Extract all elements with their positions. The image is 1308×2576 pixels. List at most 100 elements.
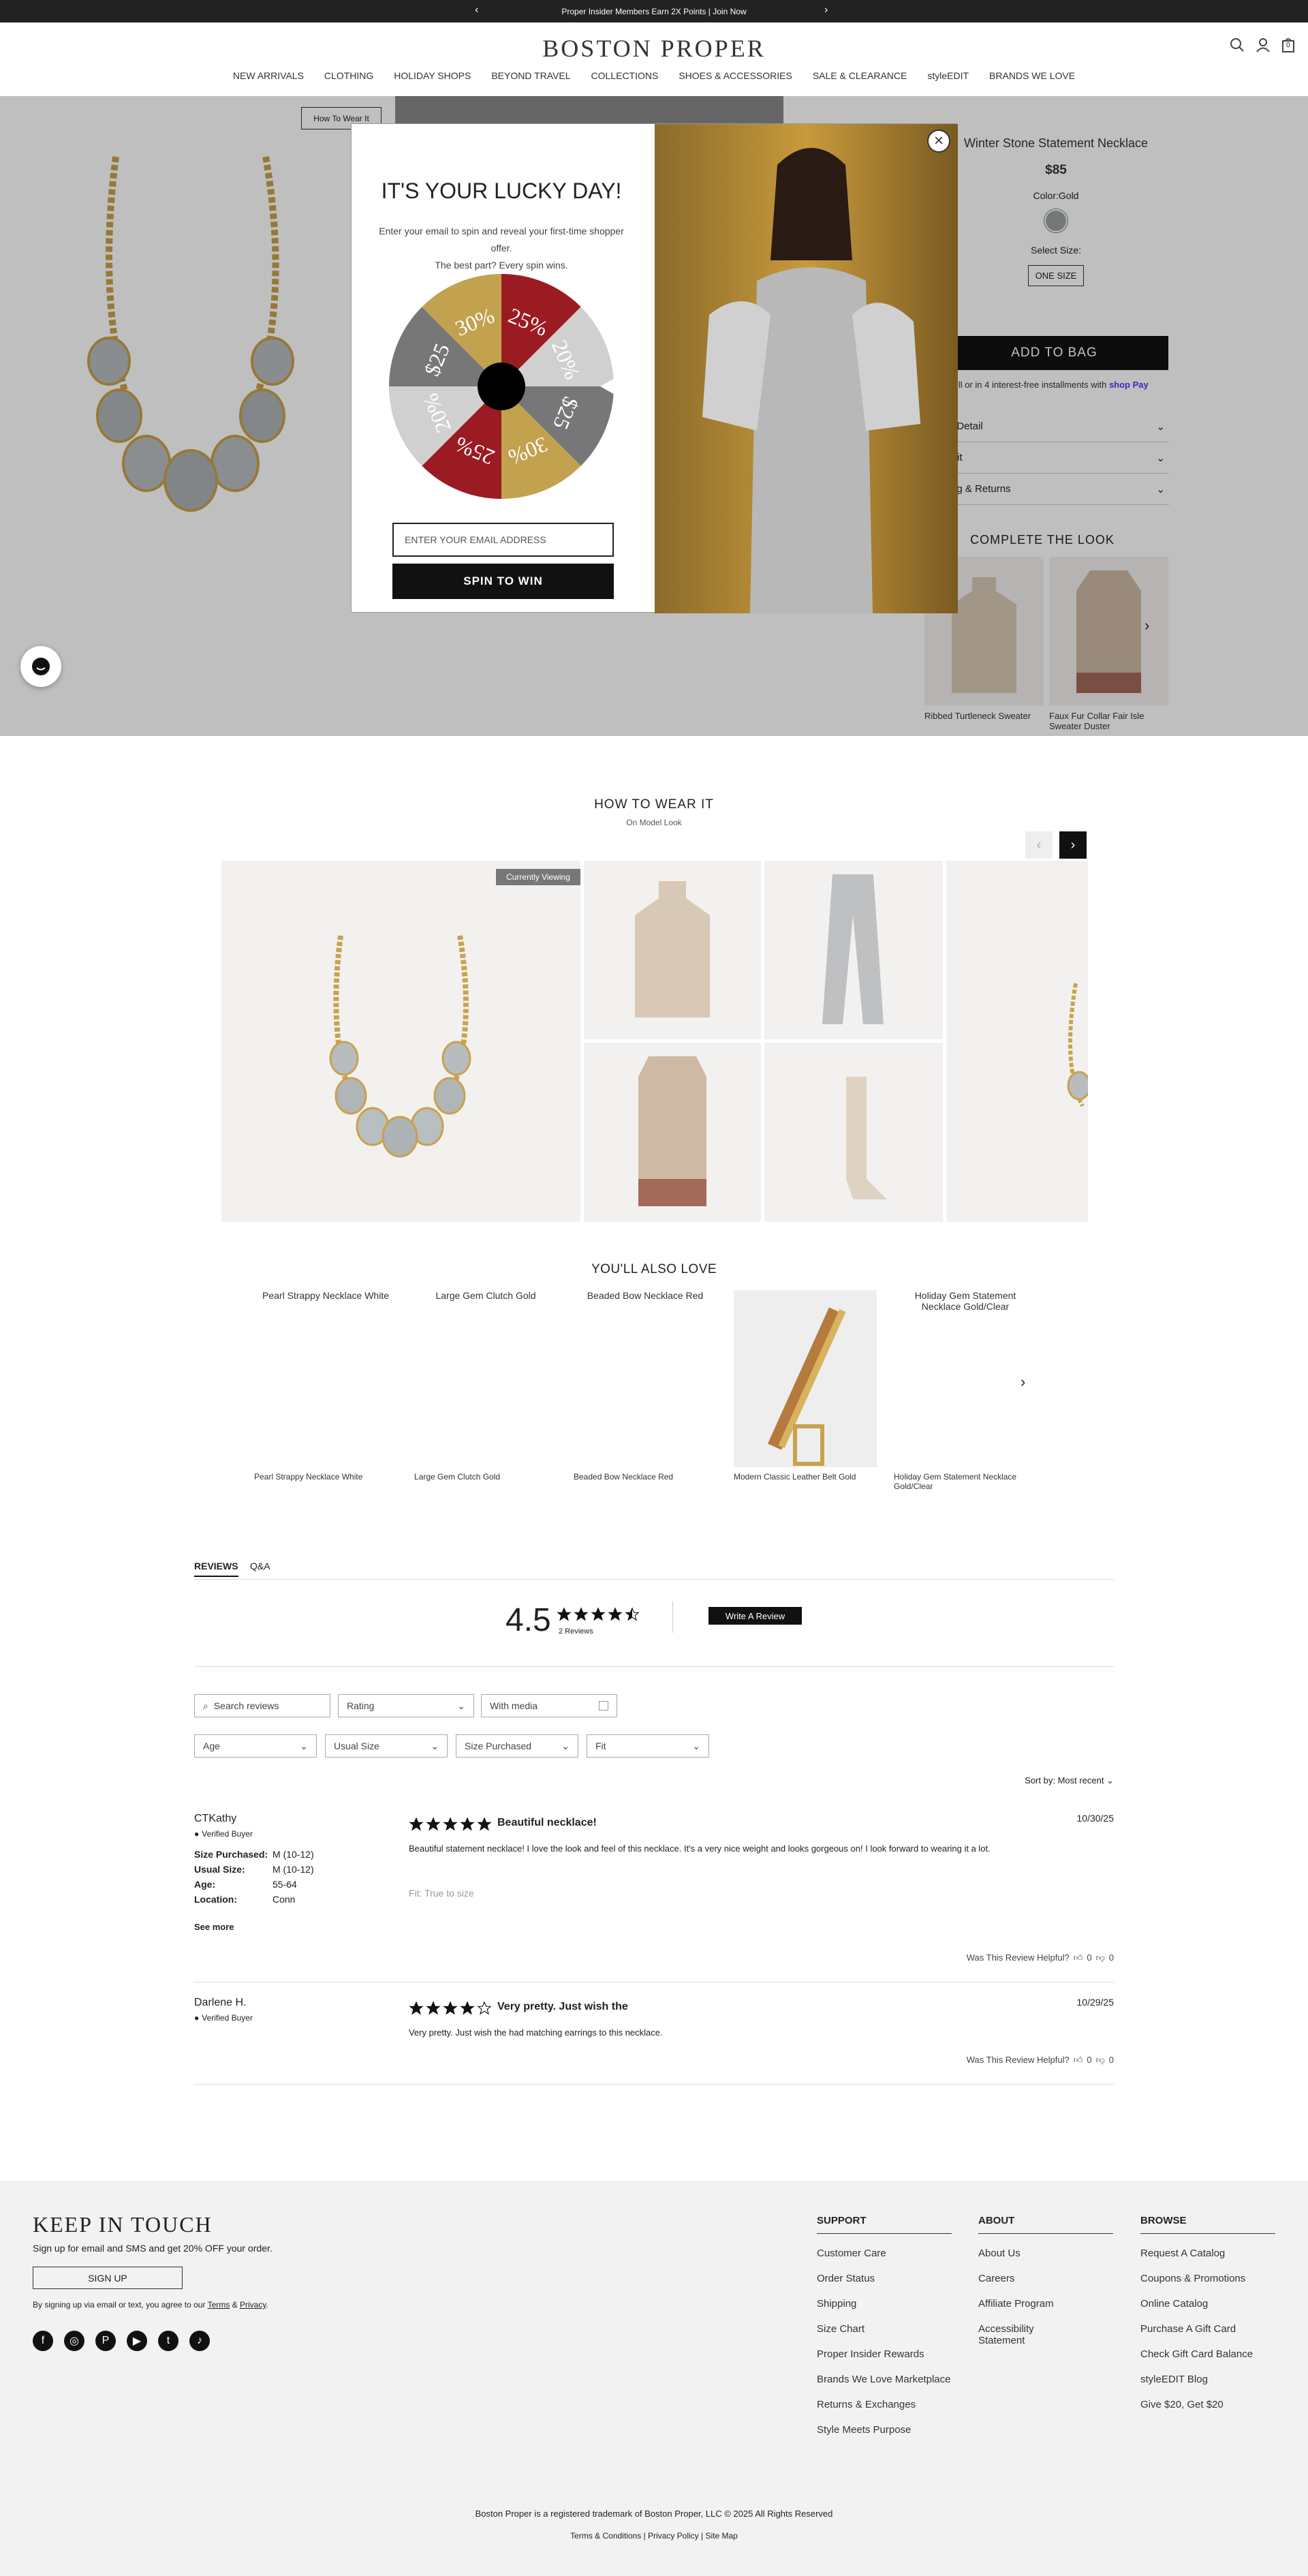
also-love-item[interactable]: Pearl Strappy Necklace White Pearl Strap… bbox=[254, 1290, 397, 1488]
promo-prev-icon[interactable]: ‹ bbox=[475, 4, 478, 16]
nav-item-brands-we-love[interactable]: BRANDS WE LOVE bbox=[989, 70, 1075, 81]
look-tile-necklace-partial[interactable] bbox=[946, 861, 1088, 1222]
nav-item-collections[interactable]: COLLECTIONS bbox=[591, 70, 659, 81]
filter-size-purchased[interactable]: Size Purchased ⌄ bbox=[456, 1734, 578, 1758]
pinterest-icon[interactable]: P bbox=[95, 2331, 116, 2351]
footer-link[interactable]: Purchase A Gift Card bbox=[1140, 2323, 1275, 2335]
filter-age[interactable]: Age ⌄ bbox=[194, 1734, 317, 1758]
tab-reviews[interactable]: REVIEWS bbox=[194, 1561, 238, 1577]
summary-stars bbox=[557, 1607, 640, 1622]
nav-item-new-arrivals[interactable]: NEW ARRIVALS bbox=[233, 70, 304, 81]
instagram-icon[interactable]: ◎ bbox=[64, 2331, 84, 2351]
checkbox[interactable] bbox=[599, 1701, 608, 1711]
youtube-icon[interactable]: ▶ bbox=[127, 2331, 147, 2351]
footer-link[interactable]: Request A Catalog bbox=[1140, 2248, 1275, 2259]
cart-count: 0 bbox=[1286, 42, 1290, 49]
footer-link[interactable]: Shipping bbox=[817, 2298, 952, 2310]
product-name[interactable]: Holiday Gem Statement Necklace Gold/Clea… bbox=[894, 1472, 1037, 1491]
filter-usual-size[interactable]: Usual Size ⌄ bbox=[325, 1734, 448, 1758]
footer-link[interactable]: Size Chart bbox=[817, 2323, 952, 2335]
footer-link[interactable]: Accessibility Statement bbox=[978, 2323, 1053, 2346]
footer-link[interactable]: Online Catalog bbox=[1140, 2298, 1275, 2310]
privacy-policy-link[interactable]: Privacy Policy bbox=[648, 2531, 699, 2541]
currently-viewing-badge: Currently Viewing bbox=[496, 869, 580, 885]
write-review-button[interactable]: Write A Review bbox=[708, 1607, 802, 1625]
also-love-item[interactable]: Modern Classic Leather Belt Gold bbox=[734, 1290, 877, 1488]
spin-to-win-button[interactable]: SPIN TO WIN bbox=[392, 564, 614, 599]
sort-dropdown[interactable]: Sort by: Most recent ⌄ bbox=[1008, 1775, 1114, 1786]
star-icon bbox=[443, 1817, 458, 1831]
promo-bar: ‹ Proper Insider Members Earn 2X Points … bbox=[0, 0, 1308, 22]
promo-next-icon[interactable]: › bbox=[824, 4, 828, 16]
tiktok-icon[interactable]: ♪ bbox=[189, 2331, 210, 2351]
facebook-icon[interactable]: f bbox=[33, 2331, 53, 2351]
thumbs-down-icon[interactable]: 👎︎ bbox=[1096, 1952, 1105, 1963]
nav-item-clothing[interactable]: CLOTHING bbox=[324, 70, 373, 81]
thumbs-up-icon[interactable]: 👍︎ bbox=[1074, 2055, 1083, 2066]
look-tile-sweater[interactable] bbox=[584, 861, 761, 1039]
chevron-right-icon: › bbox=[1070, 837, 1076, 853]
search-reviews-input[interactable]: ⌕ Search reviews bbox=[194, 1694, 330, 1717]
close-modal-button[interactable]: × bbox=[927, 129, 950, 153]
footer-link[interactable]: Coupons & Promotions bbox=[1140, 2273, 1275, 2284]
search-icon[interactable] bbox=[1230, 37, 1245, 52]
site-logo[interactable]: BOSTON PROPER bbox=[0, 34, 1308, 63]
promo-text[interactable]: Proper Insider Members Earn 2X Points | … bbox=[561, 7, 746, 16]
filter-rating[interactable]: Rating ⌄ bbox=[338, 1694, 474, 1717]
terms-link[interactable]: Terms bbox=[208, 2300, 230, 2310]
terms-conditions-link[interactable]: Terms & Conditions bbox=[570, 2531, 641, 2541]
nav-item-beyond-travel[interactable]: BEYOND TRAVEL bbox=[491, 70, 570, 81]
footer-link[interactable]: Careers bbox=[978, 2273, 1113, 2284]
footer-link[interactable]: Order Status bbox=[817, 2273, 952, 2284]
how-to-wear-next-button[interactable]: › bbox=[1059, 831, 1087, 859]
also-love-item[interactable]: Beaded Bow Necklace Red Beaded Bow Neckl… bbox=[574, 1290, 717, 1488]
footer-link[interactable]: Customer Care bbox=[817, 2248, 952, 2259]
privacy-link[interactable]: Privacy bbox=[240, 2300, 266, 2310]
look-tile-pants[interactable] bbox=[764, 861, 943, 1039]
product-name[interactable]: Large Gem Clutch Gold bbox=[414, 1472, 557, 1482]
footer-link[interactable]: Affiliate Program bbox=[978, 2298, 1113, 2310]
thumbs-up-icon[interactable]: 👍︎ bbox=[1074, 1952, 1083, 1963]
look-tile-boots[interactable] bbox=[764, 1043, 943, 1222]
look-tile-duster[interactable] bbox=[584, 1043, 761, 1222]
filter-fit[interactable]: Fit ⌄ bbox=[587, 1734, 709, 1758]
cart-icon[interactable]: 0 bbox=[1281, 37, 1296, 52]
also-love-item[interactable]: Holiday Gem Statement Necklace Gold/Clea… bbox=[894, 1290, 1037, 1491]
footer-legal: By signing up via email or text, you agr… bbox=[33, 2300, 268, 2310]
filter-with-media[interactable]: With media bbox=[481, 1694, 617, 1717]
thumbs-down-icon[interactable]: 👎︎ bbox=[1096, 2055, 1105, 2066]
look-tile-necklace[interactable]: Currently Viewing bbox=[221, 861, 580, 1222]
chat-widget-button[interactable] bbox=[20, 646, 61, 687]
star-icon bbox=[477, 2001, 492, 2015]
product-name[interactable]: Modern Classic Leather Belt Gold bbox=[734, 1472, 877, 1482]
footer-link[interactable]: Check Gift Card Balance bbox=[1140, 2348, 1275, 2360]
product-name[interactable]: Pearl Strappy Necklace White bbox=[254, 1472, 397, 1482]
chevron-down-icon: ⌄ bbox=[561, 1740, 570, 1751]
nav-item-shoes-accessories[interactable]: SHOES & ACCESSORIES bbox=[679, 70, 792, 81]
site-map-link[interactable]: Site Map bbox=[705, 2531, 737, 2541]
how-to-wear-prev-button[interactable]: ‹ bbox=[1025, 831, 1053, 859]
email-input[interactable]: ENTER YOUR EMAIL ADDRESS bbox=[392, 523, 614, 557]
star-icon bbox=[625, 1607, 640, 1621]
footer-link[interactable]: Proper Insider Rewards bbox=[817, 2348, 952, 2360]
nav-item-sale-clearance[interactable]: SALE & CLEARANCE bbox=[813, 70, 907, 81]
review-helpful: Was This Review Helpful? 👍︎ 0 👎︎ 0 bbox=[966, 2055, 1114, 2066]
footer-link[interactable]: Brands We Love Marketplace bbox=[817, 2374, 952, 2385]
also-love-next-icon[interactable]: › bbox=[1021, 1373, 1025, 1391]
footer-link[interactable]: Returns & Exchanges bbox=[817, 2399, 952, 2410]
review-stars bbox=[409, 1817, 492, 1832]
see-more-link[interactable]: See more bbox=[194, 1922, 234, 1932]
footer-link[interactable]: Style Meets Purpose bbox=[817, 2424, 952, 2436]
signup-button[interactable]: SIGN UP bbox=[33, 2267, 183, 2289]
tab-qa[interactable]: Q&A bbox=[250, 1561, 270, 1571]
nav-item-styleedit[interactable]: styleEDIT bbox=[927, 70, 969, 81]
footer-link[interactable]: Give $20, Get $20 bbox=[1140, 2399, 1275, 2410]
also-love-item[interactable]: Large Gem Clutch Gold Large Gem Clutch G… bbox=[414, 1290, 557, 1488]
nav-item-holiday-shops[interactable]: HOLIDAY SHOPS bbox=[394, 70, 471, 81]
footer-link[interactable]: About Us bbox=[978, 2248, 1113, 2259]
account-icon[interactable] bbox=[1256, 37, 1271, 52]
modal-model-image bbox=[655, 124, 958, 613]
product-name[interactable]: Beaded Bow Necklace Red bbox=[574, 1472, 717, 1482]
twitter-icon[interactable]: t bbox=[158, 2331, 178, 2351]
footer-link[interactable]: styleEDIT Blog bbox=[1140, 2374, 1275, 2385]
